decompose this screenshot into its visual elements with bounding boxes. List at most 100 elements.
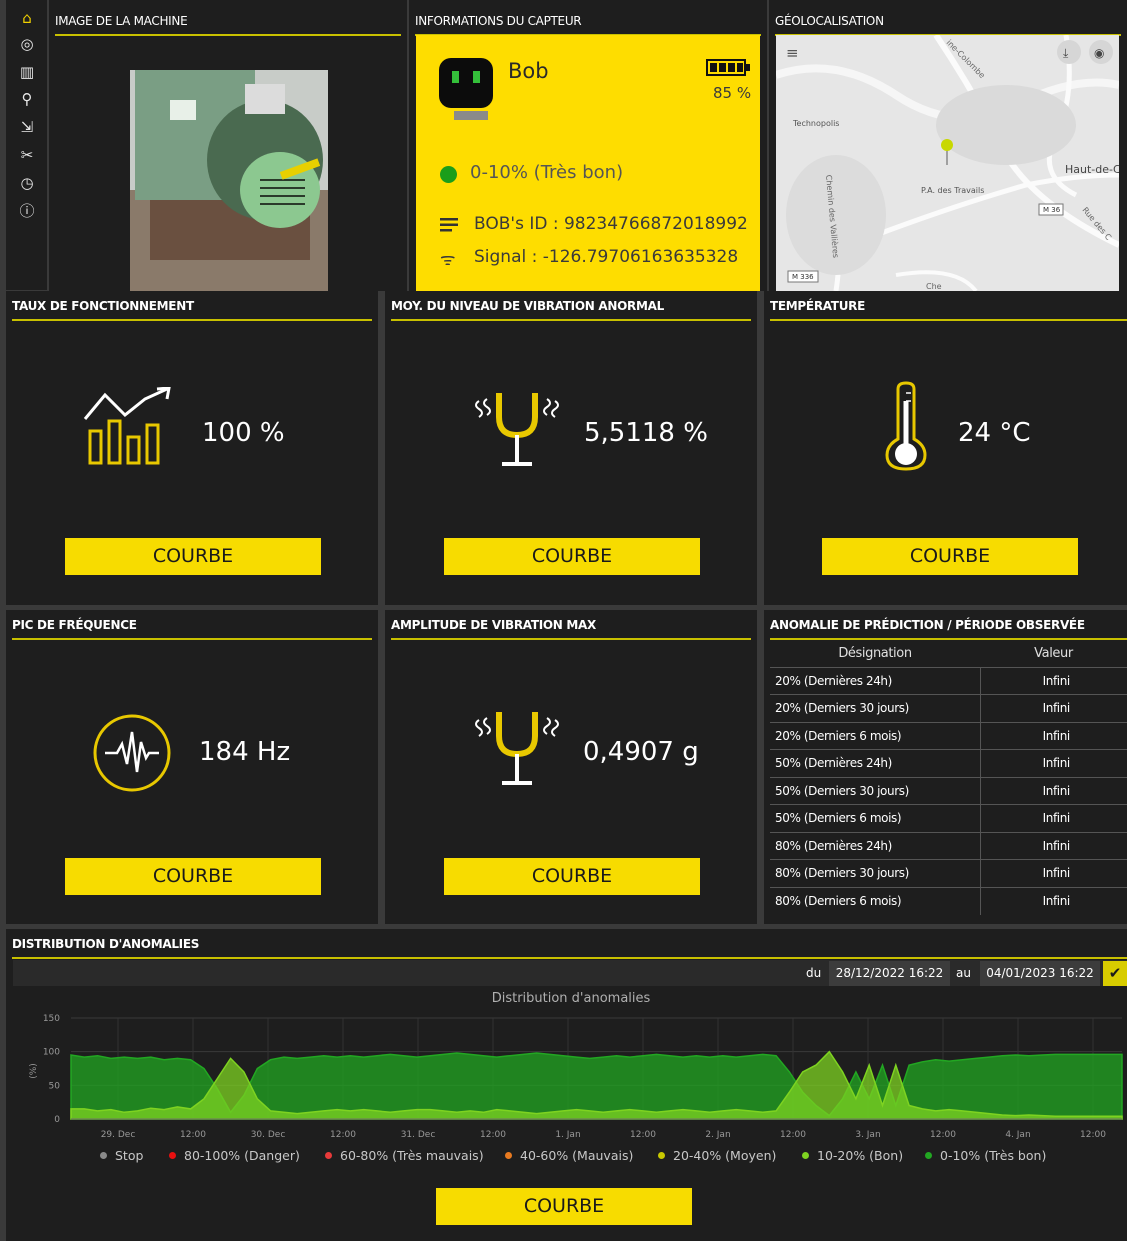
x-tick-label: 12:00 bbox=[330, 1130, 356, 1140]
panel-title: INFORMATIONS DU CAPTEUR bbox=[415, 14, 761, 36]
legend-item-bon[interactable]: 10-20% (Bon) bbox=[802, 1148, 903, 1163]
wifi-icon: ᯤ bbox=[440, 250, 456, 270]
designation-cell: 80% (Derniers 30 jours) bbox=[770, 859, 980, 887]
x-tick-label: 12:00 bbox=[780, 1130, 806, 1140]
export-icon[interactable]: ⇲ bbox=[17, 117, 37, 137]
value-cell: Infini bbox=[979, 694, 1127, 722]
designation-cell: 20% (Derniers 6 mois) bbox=[770, 721, 980, 750]
x-tick-label: 3. Jan bbox=[855, 1130, 880, 1140]
x-tick-label: 31. Dec bbox=[401, 1130, 436, 1140]
sensor-card: Bob 85 % 0-10% (Très bon) BOB's ID : 982… bbox=[416, 35, 760, 291]
x-tick-label: 12:00 bbox=[1080, 1130, 1106, 1140]
panel-title: AMPLITUDE DE VIBRATION MAX bbox=[391, 618, 751, 640]
designation-cell: 80% (Derniers 6 mois) bbox=[770, 886, 980, 915]
tools-icon[interactable]: ✂ bbox=[17, 145, 37, 165]
info-icon[interactable]: ⓘ bbox=[17, 201, 37, 221]
legend-item-tres-bon[interactable]: 0-10% (Très bon) bbox=[925, 1148, 1046, 1163]
history-icon[interactable]: ◷ bbox=[17, 173, 37, 193]
date-to-input[interactable]: 04/01/2023 16:22 bbox=[980, 961, 1100, 986]
legend-item-tres-mauvais[interactable]: 60-80% (Très mauvais) bbox=[325, 1148, 484, 1163]
map-label: P.A. des Travails bbox=[921, 186, 984, 195]
x-tick-label: 29. Dec bbox=[101, 1130, 136, 1140]
machine-photo bbox=[130, 70, 328, 291]
map-label: Che bbox=[926, 282, 942, 291]
chart-title: Distribution d'anomalies bbox=[492, 991, 651, 1006]
value-cell: Infini bbox=[979, 721, 1127, 750]
list-icon bbox=[440, 218, 458, 232]
legend-dot bbox=[802, 1152, 809, 1159]
y-tick-label: 0 bbox=[54, 1115, 60, 1125]
x-tick-label: 12:00 bbox=[480, 1130, 506, 1140]
to-label: au bbox=[956, 966, 971, 980]
y-axis-label: (%) bbox=[29, 1063, 39, 1079]
pic-courbe-button[interactable]: COURBE bbox=[65, 858, 321, 895]
legend-item-moyen[interactable]: 20-40% (Moyen) bbox=[658, 1148, 776, 1163]
checkmark-icon: ✔ bbox=[1108, 964, 1122, 982]
search-icon[interactable]: ⚲ bbox=[17, 89, 37, 109]
date-from-input[interactable]: 28/12/2022 16:22 bbox=[829, 961, 950, 986]
signal-strength: Signal : -126.79706163635328 bbox=[474, 247, 739, 267]
distribution-courbe-button[interactable]: COURBE bbox=[436, 1188, 692, 1225]
table-row: 20% (Derniers 30 jours) Infini bbox=[770, 694, 1127, 722]
table-row: 50% (Derniers 6 mois) Infini bbox=[770, 804, 1127, 832]
amplitude-panel: AMPLITUDE DE VIBRATION MAX 0,4907 g COUR… bbox=[385, 610, 757, 924]
map-menu-icon: ≡ bbox=[786, 44, 799, 62]
battery-icon bbox=[706, 59, 750, 76]
temperature-panel: TEMPÉRATURE 24 °C COURBE bbox=[764, 291, 1127, 605]
amplitude-courbe-button[interactable]: COURBE bbox=[444, 858, 700, 895]
value-cell: Infini bbox=[979, 776, 1127, 805]
tuning-fork-icon bbox=[475, 712, 559, 785]
legend-item-mauvais[interactable]: 40-60% (Mauvais) bbox=[505, 1148, 633, 1163]
sensor-name: Bob bbox=[508, 59, 549, 83]
map-label: Technopolis bbox=[792, 119, 839, 128]
legend-dot bbox=[925, 1152, 932, 1159]
table-row: 50% (Dernières 24h) Infini bbox=[770, 749, 1127, 777]
taux-courbe-button[interactable]: COURBE bbox=[65, 538, 321, 575]
table-row: 20% (Dernières 24h) Infini bbox=[770, 666, 1127, 695]
value-cell: Infini bbox=[979, 859, 1127, 887]
x-tick-label: 1. Jan bbox=[555, 1130, 580, 1140]
legend-label: 60-80% (Très mauvais) bbox=[340, 1148, 484, 1163]
x-tick-label: 12:00 bbox=[930, 1130, 956, 1140]
value-cell: Infini bbox=[979, 666, 1127, 695]
x-tick-label: 4. Jan bbox=[1005, 1130, 1030, 1140]
bob-id: BOB's ID : 98234766872018992 bbox=[474, 214, 748, 234]
y-tick-label: 150 bbox=[43, 1014, 60, 1024]
designation-cell: 50% (Derniers 6 mois) bbox=[770, 804, 980, 832]
confirm-button[interactable]: ✔ bbox=[1103, 961, 1127, 986]
column-header: Valeur bbox=[1034, 646, 1073, 662]
map[interactable]: Technopolis P.A. des Travails Haut-de-C … bbox=[776, 35, 1119, 291]
legend-dot bbox=[325, 1152, 332, 1159]
designation-cell: 20% (Derniers 30 jours) bbox=[770, 694, 980, 722]
legend-item-stop[interactable]: Stop bbox=[100, 1148, 143, 1163]
map-label: M 336 bbox=[792, 273, 814, 281]
x-tick-label: 30. Dec bbox=[251, 1130, 286, 1140]
anomaly-prediction-table: Désignation Valeur 20% (Dernières 24h) In… bbox=[770, 641, 1127, 915]
legend-dot bbox=[169, 1152, 176, 1159]
sensor-status: 0-10% (Très bon) bbox=[470, 162, 624, 183]
legend-item-danger[interactable]: 80-100% (Danger) bbox=[169, 1148, 300, 1163]
home-icon[interactable]: ⌂ bbox=[17, 8, 37, 28]
y-tick-label: 100 bbox=[43, 1048, 60, 1058]
analytics-icon[interactable]: ▥ bbox=[17, 62, 37, 82]
table-row: 80% (Derniers 6 mois) Infini bbox=[770, 886, 1127, 915]
legend-label: 20-40% (Moyen) bbox=[673, 1148, 777, 1163]
panel-title: ANOMALIE DE PRÉDICTION / PÉRIODE OBSERVÉ… bbox=[770, 618, 1127, 640]
temperature-value: 24 °C bbox=[958, 418, 1031, 448]
legend-label: 40-60% (Mauvais) bbox=[520, 1148, 634, 1163]
status-dot bbox=[440, 166, 457, 183]
table-row: 80% (Derniers 30 jours) Infini bbox=[770, 859, 1127, 887]
table-row: 50% (Derniers 30 jours) Infini bbox=[770, 776, 1127, 805]
tuning-fork-icon bbox=[475, 393, 559, 466]
dashboard-icon[interactable]: ◎ bbox=[17, 34, 37, 54]
designation-cell: 20% (Dernières 24h) bbox=[770, 666, 980, 695]
thermometer-icon bbox=[885, 381, 927, 471]
temperature-courbe-button[interactable]: COURBE bbox=[822, 538, 1078, 575]
legend-dot bbox=[658, 1152, 665, 1159]
map-label: Haut-de-C bbox=[1065, 163, 1119, 176]
designation-cell: 50% (Derniers 30 jours) bbox=[770, 776, 980, 805]
geolocation-panel: GÉOLOCALISATION Technopolis P.A. des Tra… bbox=[769, 0, 1127, 291]
y-tick-label: 50 bbox=[49, 1081, 61, 1091]
table-row: 20% (Derniers 6 mois) Infini bbox=[770, 721, 1127, 750]
moy-courbe-button[interactable]: COURBE bbox=[444, 538, 700, 575]
